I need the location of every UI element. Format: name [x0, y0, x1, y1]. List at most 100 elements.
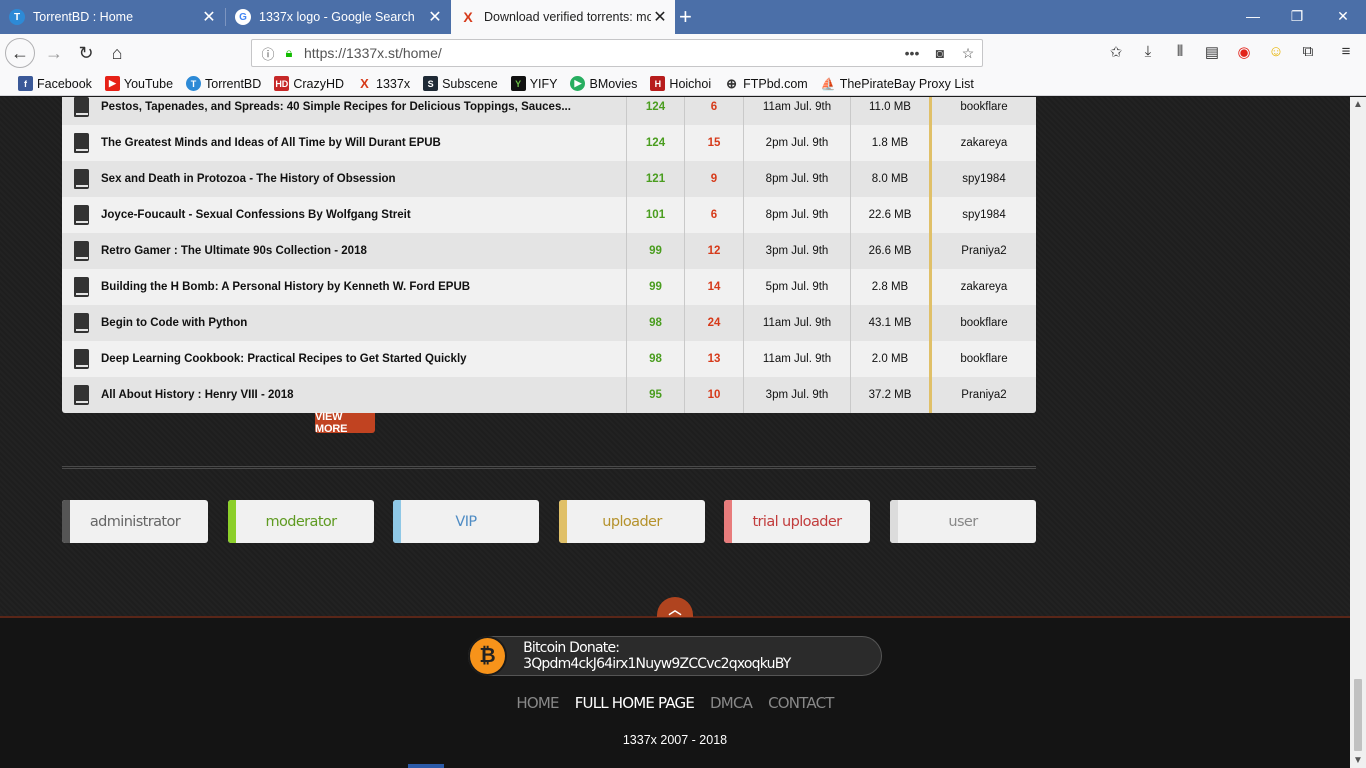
leechers: 12 — [684, 233, 743, 269]
forward-icon[interactable]: → — [40, 39, 68, 67]
torrent-name-link[interactable]: All About History : Henry VIII - 2018 — [101, 389, 294, 401]
close-window-icon[interactable]: ✕ — [1333, 8, 1353, 25]
globe-icon: ⊕ — [726, 75, 738, 91]
bookmark-yify[interactable]: Y YIFY — [510, 76, 558, 91]
scroll-up-icon[interactable]: ▲ — [1353, 99, 1363, 110]
uploader-link[interactable]: zakareya — [929, 125, 1036, 161]
bookmark-ftpbd[interactable]: ⊕ FTPbd.com — [724, 76, 808, 91]
bookmark-facebook[interactable]: f Facebook — [18, 76, 92, 91]
back-icon[interactable]: ← — [5, 38, 35, 68]
library-icon[interactable]: ⫴ — [1169, 43, 1191, 63]
torrent-name-link[interactable]: Sex and Death in Protozoa - The History … — [101, 173, 396, 185]
role-vip[interactable]: VIP — [393, 500, 539, 543]
table-row[interactable]: Pestos, Tapenades, and Spreads: 40 Simpl… — [62, 97, 1036, 125]
tab-google[interactable]: G 1337x logo - Google Search ✕ — [226, 0, 450, 34]
reload-icon[interactable]: ↻ — [72, 39, 100, 67]
footer-link-home[interactable]: HOME — [516, 694, 559, 712]
uploader-link[interactable]: bookflare — [929, 97, 1036, 125]
uploader-link[interactable]: bookflare — [929, 305, 1036, 341]
table-row[interactable]: Joyce-Foucault - Sexual Confessions By W… — [62, 197, 1036, 233]
uploader-link[interactable]: zakareya — [929, 269, 1036, 305]
table-row[interactable]: Begin to Code with Python 98 24 11am Jul… — [62, 305, 1036, 341]
hoichoi-icon: H — [650, 76, 666, 91]
role-color-bar — [559, 500, 567, 543]
table-row[interactable]: Retro Gamer : The Ultimate 90s Collectio… — [62, 233, 1036, 269]
torrent-name-link[interactable]: Building the H Bomb: A Personal History … — [101, 281, 470, 293]
close-tab-icon[interactable]: ✕ — [200, 7, 218, 27]
table-row[interactable]: Sex and Death in Protozoa - The History … — [62, 161, 1036, 197]
close-tab-icon[interactable]: ✕ — [426, 7, 444, 27]
uploader-link[interactable]: spy1984 — [929, 197, 1036, 233]
menu-icon[interactable]: ≡ — [1335, 43, 1357, 63]
leechers: 15 — [684, 125, 743, 161]
role-label: uploader — [602, 513, 662, 530]
emoji-icon[interactable]: ☺ — [1265, 43, 1287, 63]
torrent-name-link[interactable]: The Greatest Minds and Ideas of All Time… — [101, 137, 441, 149]
bookmark-star-icon[interactable]: ☆ — [954, 45, 982, 62]
role-trial-uploader[interactable]: trial uploader — [724, 500, 870, 543]
minimize-icon[interactable]: — — [1243, 8, 1263, 24]
footer-link-full-home-page[interactable]: FULL HOME PAGE — [575, 694, 695, 712]
view-more-button[interactable]: VIEW MORE — [315, 411, 375, 435]
bookmark-subscene[interactable]: S Subscene — [423, 76, 498, 91]
url-bar[interactable]: ⓘ 🔒︎ https://1337x.st/home/ ••• ◙ ☆ — [251, 39, 983, 67]
page-scrollbar[interactable]: ▲ ▼ — [1350, 97, 1366, 768]
pocket-icon[interactable]: ◙ — [926, 45, 954, 61]
downloads-icon[interactable]: ⤓ — [1137, 43, 1159, 63]
uploader-link[interactable]: bookflare — [929, 341, 1036, 377]
leechers: 10 — [684, 377, 743, 413]
facebook-icon: f — [18, 76, 33, 91]
close-tab-icon[interactable]: ✕ — [651, 7, 669, 27]
bookmark-torrentbd[interactable]: T TorrentBD — [186, 76, 261, 91]
table-row[interactable]: Building the H Bomb: A Personal History … — [62, 269, 1036, 305]
torrent-name-link[interactable]: Retro Gamer : The Ultimate 90s Collectio… — [101, 245, 367, 257]
bookmark-bmovies[interactable]: ▶ BMovies — [570, 76, 637, 91]
scroll-down-icon[interactable]: ▼ — [1353, 755, 1363, 766]
bookmark-piratebay[interactable]: ⛵ ThePirateBay Proxy List — [821, 76, 974, 91]
uploader-link[interactable]: Praniya2 — [929, 233, 1036, 269]
tab-torrentbd[interactable]: T TorrentBD : Home ✕ — [0, 0, 224, 34]
role-uploader[interactable]: uploader — [559, 500, 705, 543]
seeders: 124 — [626, 97, 684, 125]
bookmark-hoichoi[interactable]: H Hoichoi — [650, 76, 711, 91]
book-icon — [74, 133, 89, 153]
bookmark-1337x[interactable]: X 1337x — [357, 76, 410, 91]
bitcoin-donate[interactable]: ₿ Bitcoin Donate: 3Qpdm4ckJ64irx1Nuyw9ZC… — [468, 636, 882, 676]
bookmark-youtube[interactable]: ▶ YouTube — [104, 76, 174, 91]
table-row[interactable]: The Greatest Minds and Ideas of All Time… — [62, 125, 1036, 161]
opera-icon[interactable]: ◉ — [1233, 43, 1255, 63]
role-administrator[interactable]: administrator — [62, 500, 208, 543]
tab-1337x[interactable]: X Download verified torrents: mo ✕ — [451, 0, 675, 34]
bookmark-label: YIFY — [529, 76, 558, 91]
table-row[interactable]: All About History : Henry VIII - 2018 95… — [62, 377, 1036, 413]
extension-icon[interactable]: ⧉ — [1297, 43, 1319, 63]
bookmarks-star-icon[interactable]: ✩ — [1105, 43, 1127, 63]
size: 1.8 MB — [850, 125, 929, 161]
uploader-link[interactable]: spy1984 — [929, 161, 1036, 197]
uploader-link[interactable]: Praniya2 — [929, 377, 1036, 413]
role-user[interactable]: user — [890, 500, 1036, 543]
scroll-top-button[interactable]: ︿ — [657, 597, 693, 617]
role-moderator[interactable]: moderator — [228, 500, 374, 543]
scrollbar-thumb[interactable] — [1354, 679, 1362, 751]
home-icon[interactable]: ⌂ — [103, 39, 131, 67]
page-actions-icon[interactable]: ••• — [898, 45, 926, 61]
sidebar-icon[interactable]: ▤ — [1201, 43, 1223, 63]
url-text[interactable]: https://1337x.st/home/ — [298, 45, 898, 61]
footer-link-contact[interactable]: CONTACT — [768, 694, 834, 712]
torrent-name-link[interactable]: Deep Learning Cookbook: Practical Recipe… — [101, 353, 467, 365]
bitcoin-address[interactable]: Bitcoin Donate: 3Qpdm4ckJ64irx1Nuyw9ZCCv… — [523, 640, 881, 672]
size: 22.6 MB — [850, 197, 929, 233]
bookmark-crazyhd[interactable]: HD CrazyHD — [274, 76, 344, 91]
footer-link-dmca[interactable]: DMCA — [710, 694, 753, 712]
bookmark-label: YouTube — [123, 76, 174, 91]
bookmarks-bar: f Facebook ▶ YouTube T TorrentBD HD CrazyHD … — [0, 72, 1366, 96]
torrent-name-link[interactable]: Begin to Code with Python — [101, 317, 247, 329]
lock-icon[interactable]: 🔒︎ — [280, 45, 298, 61]
info-icon[interactable]: ⓘ — [256, 44, 280, 63]
torrent-name-link[interactable]: Joyce-Foucault - Sexual Confessions By W… — [101, 209, 411, 221]
torrent-name-link[interactable]: Pestos, Tapenades, and Spreads: 40 Simpl… — [101, 101, 571, 113]
restore-icon[interactable]: ❐ — [1287, 8, 1307, 25]
new-tab-icon[interactable]: + — [679, 4, 692, 30]
table-row[interactable]: Deep Learning Cookbook: Practical Recipe… — [62, 341, 1036, 377]
